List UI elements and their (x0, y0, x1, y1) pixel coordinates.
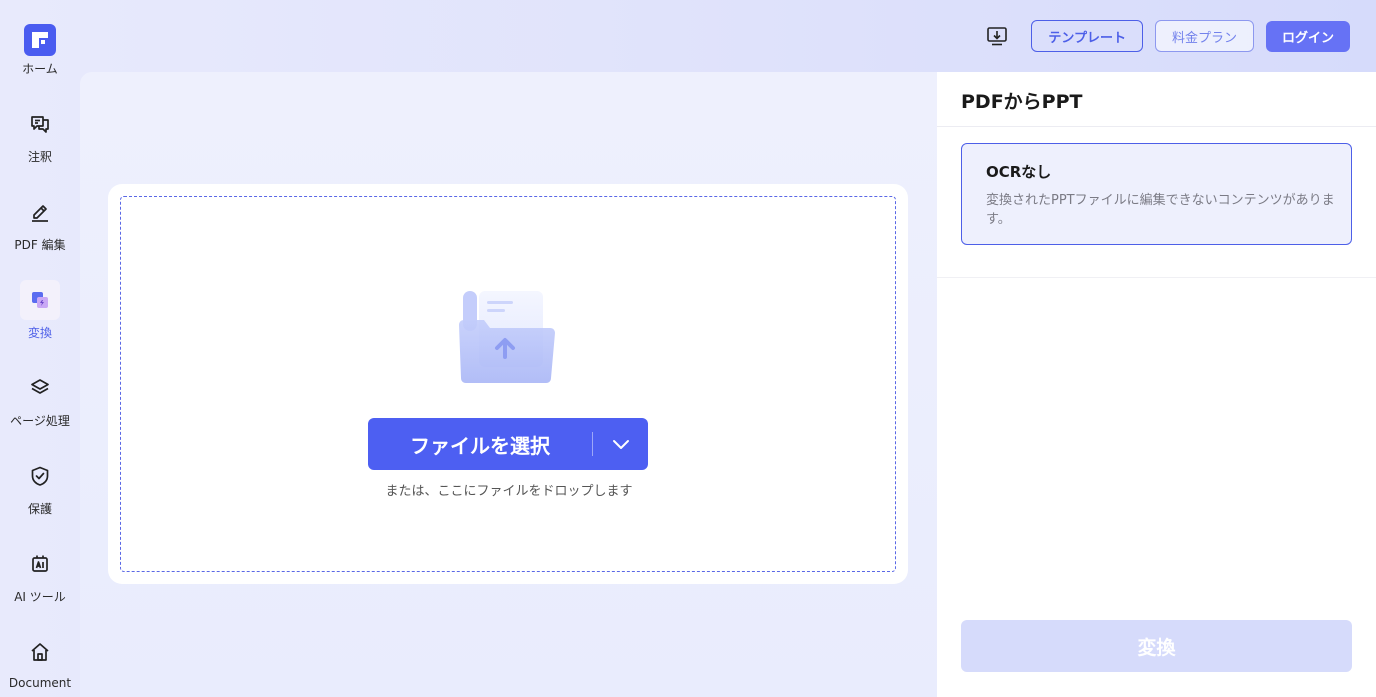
panel-title: PDFからPPT (961, 91, 1083, 113)
divider (937, 277, 1376, 278)
nav-icon-wrap (20, 456, 60, 496)
sidebar-item-label: PDF 編集 (14, 238, 66, 252)
drop-zone[interactable]: ファイルを選択 または、ここにファイルをドロップします (120, 196, 896, 572)
top-bar-actions: テンプレート 料金プラン ログイン (985, 20, 1350, 52)
comment-icon (31, 116, 49, 133)
pricing-button[interactable]: 料金プラン (1154, 20, 1254, 52)
options-panel: PDFからPPT OCRなし 変換されたPPTファイルに編集できないコンテンツが… (937, 72, 1376, 697)
home-logo-icon (24, 24, 56, 56)
download-app-button[interactable] (985, 24, 1009, 48)
nav-icon-wrap (20, 544, 60, 584)
main-panel: ファイルを選択 または、ここにファイルをドロップします (80, 72, 937, 697)
sidebar-item-label: Document (8, 676, 72, 690)
login-button[interactable]: ログイン (1265, 20, 1350, 52)
home-logo-icon-wrap (20, 20, 60, 60)
sidebar-item-label: AI ツール (14, 590, 66, 604)
divider (937, 126, 1376, 127)
ocr-option-description: 変換されたPPTファイルに編集できないコンテンツがあります。 (986, 193, 1335, 227)
sidebar-item-convert[interactable]: 変換 (0, 276, 80, 364)
sidebar-item-label: 変換 (27, 326, 52, 340)
convert-button[interactable]: 変換 (961, 620, 1352, 672)
sidebar-item-document[interactable]: Document (0, 628, 80, 697)
ocr-none-option[interactable]: OCRなし 変換されたPPTファイルに編集できないコンテンツがあります。 (961, 143, 1352, 245)
ocr-option-title: OCRなし (986, 163, 1052, 181)
layers-icon (31, 379, 49, 394)
sidebar-item-annotate[interactable]: 注釈 (0, 100, 80, 188)
sidebar-item-label: ページ処理 (10, 414, 70, 428)
select-source-dropdown[interactable] (593, 418, 648, 470)
nav-icon-wrap (20, 104, 60, 144)
sidebar-item-label: 注釈 (27, 150, 52, 164)
select-file-label[interactable]: ファイルを選択 (368, 418, 592, 470)
upload-card: ファイルを選択 または、ここにファイルをドロップします (108, 184, 908, 584)
folder-upload-icon (459, 291, 555, 383)
sidebar-item-pdf-edit[interactable]: PDF 編集 (0, 188, 80, 276)
nav-icon-wrap (20, 192, 60, 232)
nav-icon-wrap (20, 368, 60, 408)
house-icon (31, 643, 49, 661)
nav-icon-wrap (20, 632, 60, 672)
sidebar-item-home[interactable]: ホーム (0, 20, 80, 108)
chevron-down-icon (612, 440, 629, 449)
convert-icon (32, 292, 48, 308)
app-window: ホーム 注釈 PDF 編集 変換 ページ処理 保護 AI ツール Documen… (0, 0, 1376, 697)
drop-hint: または、ここにファイルをドロップします (385, 484, 633, 499)
select-file-button[interactable]: ファイルを選択 (368, 418, 648, 470)
download-icon (987, 27, 1008, 46)
sidebar-item-ai-tools[interactable]: AI ツール (0, 540, 80, 628)
sidebar: ホーム 注釈 PDF 編集 変換 ページ処理 保護 AI ツール Documen… (0, 0, 80, 697)
template-button[interactable]: テンプレート (1031, 20, 1143, 52)
sidebar-item-page-processing[interactable]: ページ処理 (0, 364, 80, 452)
nav-icon-wrap (20, 280, 60, 320)
sidebar-item-protect[interactable]: 保護 (0, 452, 80, 540)
sidebar-item-label: 保護 (27, 502, 52, 516)
edit-pen-icon (32, 205, 48, 222)
shield-icon (31, 466, 49, 486)
ai-tool-icon (32, 555, 48, 572)
sidebar-item-label: ホーム (22, 62, 58, 76)
